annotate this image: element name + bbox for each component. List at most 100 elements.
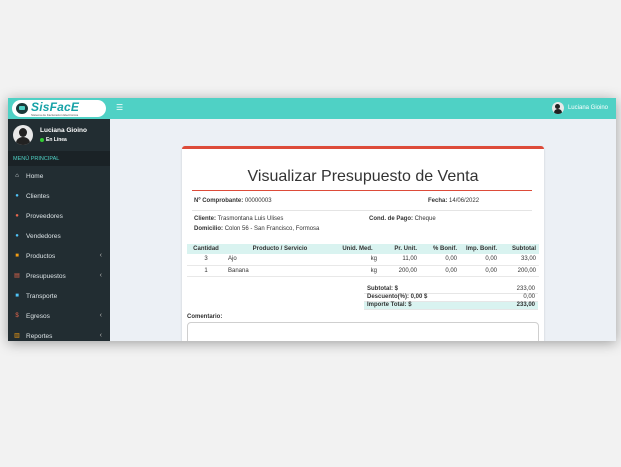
fecha-value: 14/06/2022 bbox=[449, 198, 480, 204]
app-logo[interactable]: SisFacE Sistema de Facturación Electróni… bbox=[12, 100, 106, 117]
users-icon: ● bbox=[15, 233, 19, 239]
top-navbar: ☰ Luciana Gioino bbox=[110, 98, 616, 119]
table-cell: kg bbox=[335, 254, 380, 266]
box-icon: ■ bbox=[15, 253, 19, 259]
sidebar-item-home[interactable]: ⌂ Home bbox=[8, 166, 110, 186]
col-producto: Producto / Servicio bbox=[225, 244, 335, 254]
totals-value: 0,00 bbox=[523, 294, 535, 300]
cond-pago-value: Cheque bbox=[414, 216, 436, 222]
sidebar: SisFacE Sistema de Facturación Electróni… bbox=[8, 98, 110, 341]
home-icon: ⌂ bbox=[15, 173, 19, 179]
comment-textarea[interactable] bbox=[187, 322, 539, 341]
sidebar-item-label: Vendedores bbox=[26, 232, 61, 240]
page-title: Visualizar Presupuesto de Venta bbox=[247, 168, 479, 185]
sidebar-item-label: Home bbox=[26, 172, 44, 180]
totals-value: 233,00 bbox=[516, 285, 535, 292]
table-cell: 33,00 bbox=[500, 254, 539, 266]
sidebar-item-label: Clientes bbox=[26, 192, 50, 200]
online-status-icon bbox=[40, 138, 44, 142]
totals-table: Subtotal: $ 233,00 Descuento(%): 0,00 $ 0,0… bbox=[364, 285, 538, 310]
table-cell: 0,00 bbox=[460, 265, 500, 277]
chevron-left-icon: ‹ bbox=[99, 252, 102, 259]
table-cell: 200,00 bbox=[500, 265, 539, 277]
table-row: 1 Banana kg 200,00 0,00 0,00 200,00 bbox=[187, 265, 539, 277]
user-panel: Luciana Gioino En Línea bbox=[8, 119, 110, 151]
app-window: SisFacE Sistema de Facturación Electróni… bbox=[8, 98, 616, 341]
table-header-row: Cantidad Producto / Servicio Unid. Med. … bbox=[187, 244, 539, 254]
cliente-value: Trasmontana Luis Ulises bbox=[217, 216, 284, 222]
logo-icon bbox=[16, 103, 28, 114]
items-table: Cantidad Producto / Servicio Unid. Med. … bbox=[187, 244, 539, 277]
divider bbox=[192, 210, 532, 211]
table-cell: 11,00 bbox=[380, 254, 420, 266]
sidebar-item-label: Egresos bbox=[26, 312, 50, 320]
file-icon: ▤ bbox=[14, 273, 20, 279]
sidebar-item-productos[interactable]: ■ Productos ‹ bbox=[8, 246, 110, 266]
chevron-left-icon: ‹ bbox=[99, 272, 102, 279]
sidebar-item-proveedores[interactable]: ● Proveedores bbox=[8, 206, 110, 226]
fecha-field: Fecha: 14/06/2022 bbox=[428, 198, 480, 204]
sidebar-item-label: Transporte bbox=[26, 292, 58, 300]
truck-icon: ■ bbox=[15, 293, 19, 299]
table-cell: 0,00 bbox=[420, 265, 460, 277]
menu-toggle-icon[interactable]: ☰ bbox=[116, 104, 123, 112]
sidebar-item-presupuestos[interactable]: ▤ Presupuestos ‹ bbox=[8, 266, 110, 286]
comprobante-field: Nº Comprobante: 00000003 bbox=[194, 198, 272, 204]
sidebar-item-label: Proveedores bbox=[26, 212, 63, 220]
comprobante-value: 00000003 bbox=[244, 198, 272, 204]
logo-subtitle: Sistema de Facturación Electrónica bbox=[31, 112, 79, 117]
sidebar-nav: ⌂ Home ● Clientes ● Proveedores ● Vendedores ■ Pr… bbox=[8, 166, 110, 341]
sidebar-item-vendedores[interactable]: ● Vendedores bbox=[8, 226, 110, 246]
totals-row: Subtotal: $ 233,00 bbox=[364, 285, 538, 293]
user-name: Luciana Gioino bbox=[40, 127, 87, 134]
domicilio-value: Colon 56 - San Francisco, Formosa bbox=[224, 226, 320, 232]
totals-row: Descuento(%): 0,00 $ 0,00 bbox=[364, 293, 538, 301]
table-cell: kg bbox=[335, 265, 380, 277]
avatar bbox=[551, 102, 564, 114]
top-user-name: Luciana Gioino bbox=[567, 105, 608, 111]
sidebar-item-transporte[interactable]: ■ Transporte bbox=[8, 286, 110, 306]
dollar-icon: $ bbox=[15, 313, 19, 319]
col-unidad: Unid. Med. bbox=[335, 244, 380, 254]
sidebar-item-reportes[interactable]: ▥ Reportes ‹ bbox=[8, 326, 110, 341]
logo-title: SisFacE bbox=[31, 99, 80, 114]
menu-header: MENÚ PRINCIPAL bbox=[8, 151, 110, 166]
sidebar-item-label: Productos bbox=[26, 252, 56, 260]
col-cantidad: Cantidad bbox=[187, 244, 225, 254]
sidebar-item-clientes[interactable]: ● Clientes bbox=[8, 186, 110, 206]
totals-label: Importe Total: $ bbox=[364, 301, 492, 309]
totals-row: Importe Total: $233,00 bbox=[364, 301, 538, 309]
users-icon: ● bbox=[15, 193, 19, 199]
cliente-field: Cliente: Trasmontana Luis Ulises bbox=[194, 216, 284, 222]
title-divider bbox=[192, 190, 532, 191]
table-cell: 0,00 bbox=[460, 254, 500, 266]
col-imp-bonif: Imp. Bonif. bbox=[460, 244, 500, 254]
table-cell: 0,00 bbox=[420, 254, 460, 266]
table-row: 3 Ajo kg 11,00 0,00 0,00 33,00 bbox=[187, 254, 539, 266]
chevron-left-icon: ‹ bbox=[99, 312, 102, 319]
sidebar-item-label: Presupuestos bbox=[26, 272, 66, 280]
table-cell: 1 bbox=[187, 265, 225, 277]
users-icon: ● bbox=[15, 213, 19, 219]
col-bonif: % Bonif. bbox=[420, 244, 460, 254]
logo-bar: SisFacE Sistema de Facturación Electróni… bbox=[8, 98, 110, 119]
cond-pago-field: Cond. de Pago: Cheque bbox=[369, 216, 436, 222]
table-cell: 3 bbox=[187, 254, 225, 266]
totals-label: Subtotal: $ bbox=[367, 285, 398, 292]
sidebar-item-label: Reportes bbox=[26, 332, 53, 340]
chart-icon: ▥ bbox=[14, 333, 20, 339]
sidebar-item-egresos[interactable]: $ Egresos ‹ bbox=[8, 306, 110, 326]
domicilio-field: Domicilio: Colon 56 - San Francisco, For… bbox=[194, 226, 320, 232]
totals-value: 233,00 bbox=[491, 301, 538, 309]
col-subtotal: Subtotal bbox=[500, 244, 539, 254]
col-precio: Pr. Unit. bbox=[380, 244, 420, 254]
user-menu[interactable]: Luciana Gioino bbox=[551, 102, 608, 114]
avatar bbox=[13, 125, 33, 145]
table-cell: Ajo bbox=[225, 254, 335, 266]
user-status: En Línea bbox=[40, 137, 87, 143]
user-status-label: En Línea bbox=[46, 137, 67, 143]
table-cell: 200,00 bbox=[380, 265, 420, 277]
table-cell: Banana bbox=[225, 265, 335, 277]
totals-label: Descuento(%): 0,00 $ bbox=[367, 294, 428, 300]
budget-card: Visualizar Presupuesto de Venta Nº Compr… bbox=[182, 146, 544, 341]
